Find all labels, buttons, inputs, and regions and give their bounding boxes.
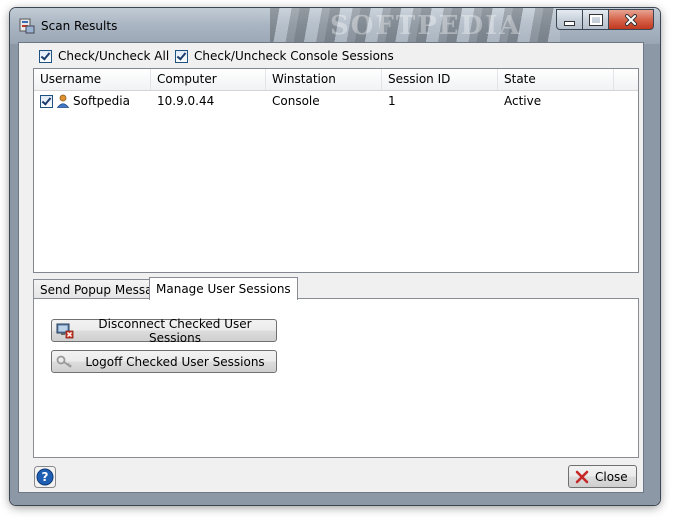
column-header-winstation[interactable]: Winstation — [266, 69, 382, 90]
check-all-label: Check/Uncheck All — [58, 49, 170, 63]
sessions-list[interactable]: Username Computer Winstation Session ID … — [33, 68, 639, 273]
check-console-box[interactable] — [175, 49, 188, 63]
maximize-button[interactable] — [582, 9, 608, 30]
close-x-icon — [573, 469, 591, 485]
title-bar[interactable]: SOFTPEDIA Scan Results — [10, 8, 660, 42]
disconnect-sessions-button[interactable]: Disconnect Checked User Sessions — [51, 316, 277, 345]
help-button[interactable]: ? — [34, 466, 56, 488]
tab-label: Manage User Sessions — [156, 282, 291, 296]
cell-state: Active — [504, 94, 542, 108]
close-icon — [625, 13, 637, 26]
minimize-icon — [564, 20, 575, 26]
cell-session-id: 1 — [388, 94, 396, 108]
check-console-checkbox[interactable]: Check/Uncheck Console Sessions — [175, 49, 394, 63]
column-header-state[interactable]: State — [498, 69, 614, 90]
window-close-button[interactable] — [608, 9, 654, 30]
disconnect-icon — [56, 323, 74, 339]
close-label: Close — [595, 469, 628, 484]
window-title: Scan Results — [41, 19, 118, 33]
maximize-icon — [588, 13, 603, 26]
check-console-label: Check/Uncheck Console Sessions — [194, 49, 394, 63]
cell-computer: 10.9.0.44 — [157, 94, 215, 108]
check-all-checkbox[interactable]: Check/Uncheck All — [39, 49, 169, 63]
table-row[interactable]: Softpedia 10.9.0.44 Console 1 Active — [34, 91, 638, 111]
row-username: Softpedia — [73, 94, 130, 108]
tab-panel-manage-user-sessions: Disconnect Checked User Sessions Logoff … — [33, 298, 639, 458]
sessions-list-header: Username Computer Winstation Session ID … — [34, 69, 638, 91]
minimize-button[interactable] — [556, 9, 582, 30]
title-watermark: SOFTPEDIA — [330, 11, 522, 41]
cell-winstation: Console — [272, 94, 320, 108]
user-icon — [56, 94, 70, 108]
column-header-filler — [614, 69, 638, 90]
key-icon — [56, 354, 74, 370]
column-header-session-id[interactable]: Session ID — [382, 69, 498, 90]
logoff-sessions-label: Logoff Checked User Sessions — [85, 354, 265, 369]
disconnect-sessions-label: Disconnect Checked User Sessions — [98, 316, 252, 345]
help-icon: ? — [34, 466, 56, 488]
check-all-box[interactable] — [39, 49, 52, 63]
app-icon[interactable] — [19, 18, 35, 34]
logoff-sessions-button[interactable]: Logoff Checked User Sessions — [51, 350, 277, 373]
cell-username: Softpedia — [34, 94, 151, 108]
svg-text:?: ? — [42, 470, 49, 484]
column-header-username[interactable]: Username — [34, 69, 151, 90]
column-header-computer[interactable]: Computer — [151, 69, 266, 90]
row-checkbox[interactable] — [40, 94, 53, 108]
tab-manage-user-sessions[interactable]: Manage User Sessions — [149, 277, 298, 300]
close-button[interactable]: Close — [568, 465, 637, 488]
